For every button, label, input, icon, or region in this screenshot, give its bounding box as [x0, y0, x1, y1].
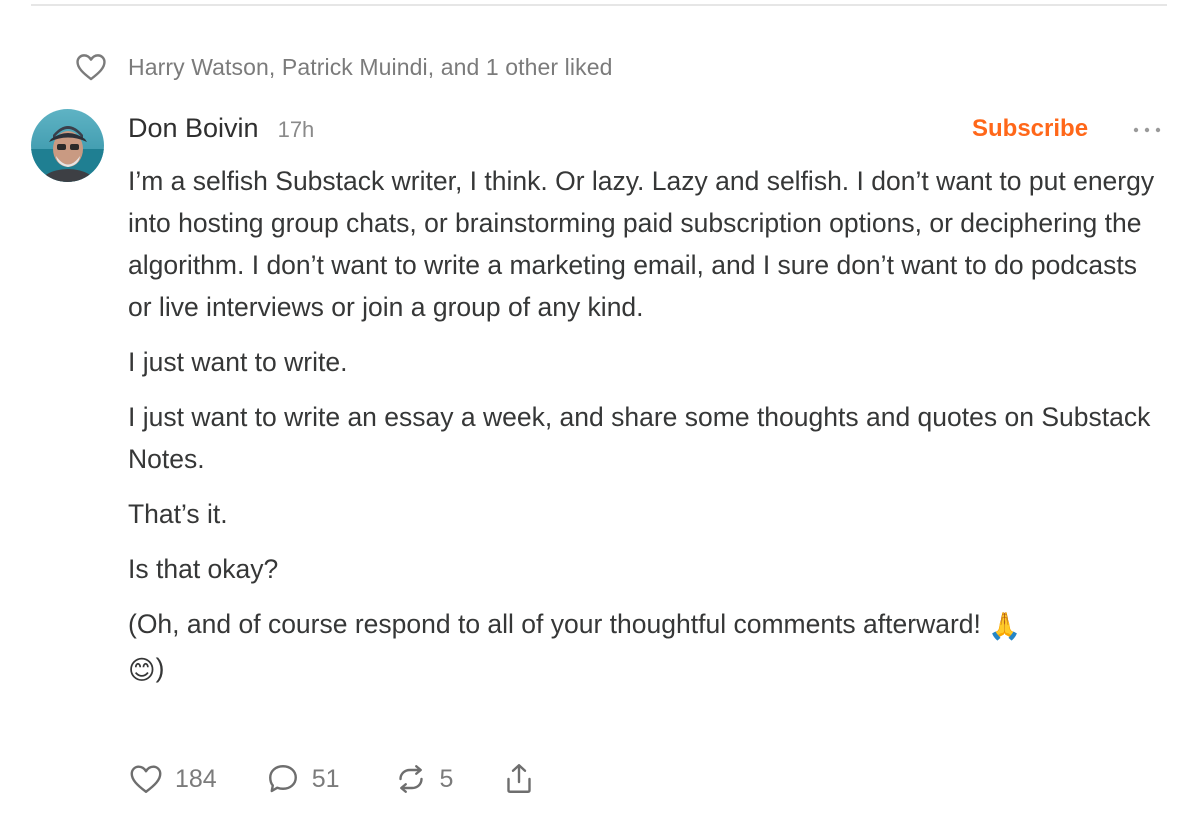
- liked-by-row: Harry Watson, Patrick Muindi, and 1 othe…: [74, 50, 613, 84]
- post-paragraph: I’m a selfish Substack writer, I think. …: [128, 166, 1155, 322]
- subscribe-button[interactable]: Subscribe: [972, 115, 1088, 143]
- top-divider: [31, 4, 1167, 6]
- restack-icon: [398, 765, 423, 793]
- restack-button[interactable]: 5: [393, 761, 454, 797]
- avatar[interactable]: [31, 109, 104, 182]
- folded-hands-emoji: 🙏: [988, 611, 1022, 641]
- post-paragraph: I just want to write.: [128, 347, 348, 377]
- closing-paren: ): [155, 653, 165, 683]
- post-paragraph: Is that okay?: [128, 554, 279, 584]
- post-body: I’m a selfish Substack writer, I think. …: [128, 160, 1158, 704]
- ellipsis-icon[interactable]: [1132, 122, 1162, 138]
- restack-count: 5: [439, 764, 454, 793]
- post-paragraph: That’s it.: [128, 499, 228, 529]
- post-paragraph-text: (Oh, and of course respond to all of you…: [128, 609, 981, 639]
- comment-bubble-icon: [268, 765, 297, 793]
- like-button[interactable]: 184: [128, 761, 217, 797]
- share-button[interactable]: [501, 761, 537, 797]
- post-header: Don Boivin 17h: [128, 113, 314, 149]
- post-timestamp[interactable]: 17h: [278, 117, 315, 143]
- heart-outline-icon: [76, 54, 106, 81]
- liked-by-text[interactable]: Harry Watson, Patrick Muindi, and 1 othe…: [128, 54, 613, 81]
- smiling-face-emoji: 😊: [128, 655, 156, 685]
- heart-icon: [130, 765, 162, 793]
- author-avatar-image: [31, 109, 104, 182]
- author-name[interactable]: Don Boivin: [128, 113, 259, 144]
- share-icon: [507, 764, 532, 793]
- post-paragraph: I just want to write an essay a week, an…: [128, 402, 1151, 474]
- like-count: 184: [175, 764, 217, 793]
- post-actions: 184 51 5: [128, 758, 537, 800]
- comment-button[interactable]: 51: [265, 761, 340, 797]
- post-paragraph-last: (Oh, and of course respond to all of you…: [128, 603, 1158, 691]
- comment-count: 51: [311, 764, 340, 793]
